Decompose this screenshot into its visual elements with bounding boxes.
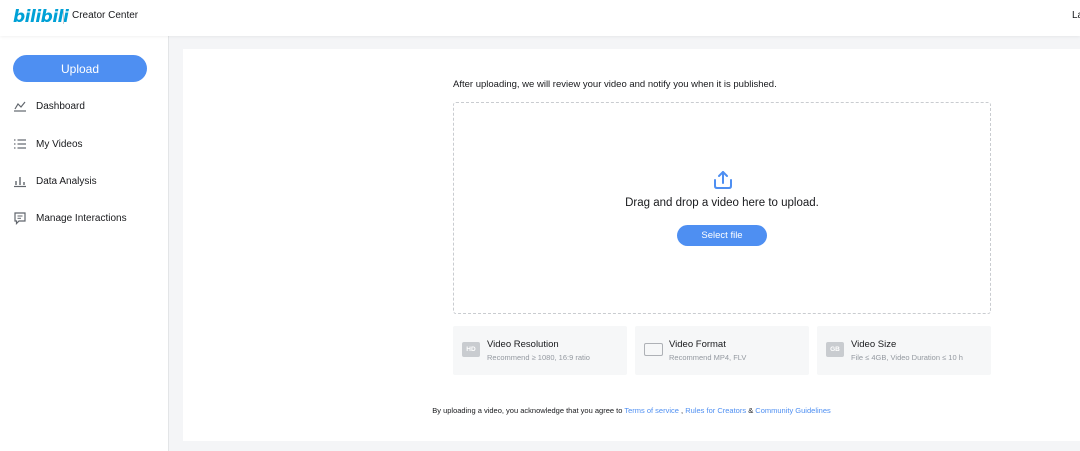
- upload-button[interactable]: Upload: [13, 55, 147, 82]
- agreement-prefix: By uploading a video, you acknowledge th…: [432, 406, 623, 415]
- rules-for-creators-link[interactable]: Rules for Creators: [685, 406, 746, 415]
- upload-panel: After uploading, we will review your vid…: [183, 49, 1080, 441]
- review-notice: After uploading, we will review your vid…: [453, 79, 777, 90]
- sidebar-item-label: Manage Interactions: [36, 212, 127, 224]
- creator-center-title: Creator Center: [72, 10, 139, 21]
- logo-divider: [63, 11, 64, 24]
- requirement-subtitle: File ≤ 4GB, Video Duration ≤ 10 h: [851, 353, 963, 362]
- sidebar: Upload Dashboard My Videos Data Analysis…: [0, 36, 169, 451]
- top-bar: bilibili Creator Center La: [0, 0, 1080, 36]
- requirement-title: Video Format: [669, 339, 726, 350]
- bilibili-logo[interactable]: bilibili: [13, 7, 69, 27]
- sidebar-item-data-analysis[interactable]: Data Analysis: [13, 171, 97, 191]
- agreement-text: By uploading a video, you acknowledge th…: [183, 406, 1080, 415]
- terms-of-service-link[interactable]: Terms of service: [624, 406, 679, 415]
- list-icon: [13, 137, 27, 151]
- community-guidelines-link[interactable]: Community Guidelines: [755, 406, 830, 415]
- requirement-card-resolution: HD Video Resolution Recommend ≥ 1080, 16…: [453, 326, 627, 375]
- requirement-title: Video Resolution: [487, 339, 559, 350]
- select-file-button[interactable]: Select file: [677, 225, 767, 246]
- requirement-card-format: Video Format Recommend MP4, FLV: [635, 326, 809, 375]
- requirement-subtitle: Recommend MP4, FLV: [669, 353, 747, 362]
- agreement-separator: ,: [681, 406, 684, 415]
- language-switch[interactable]: La: [1072, 10, 1080, 21]
- requirement-title: Video Size: [851, 339, 897, 350]
- sidebar-item-label: Data Analysis: [36, 175, 97, 187]
- sidebar-item-label: Dashboard: [36, 100, 85, 112]
- gb-icon: GB: [826, 342, 844, 357]
- upload-cloud-icon: [711, 169, 735, 191]
- requirement-subtitle: Recommend ≥ 1080, 16:9 ratio: [487, 353, 590, 362]
- sidebar-item-label: My Videos: [36, 138, 83, 150]
- hd-icon: HD: [462, 342, 480, 357]
- sidebar-item-dashboard[interactable]: Dashboard: [13, 96, 85, 116]
- line-chart-icon: [13, 99, 27, 113]
- upload-dropzone[interactable]: Drag and drop a video here to upload. Se…: [453, 102, 991, 314]
- agreement-ampersand: &: [748, 406, 754, 415]
- video-frame-icon: [644, 343, 663, 356]
- dropzone-text: Drag and drop a video here to upload.: [625, 197, 819, 209]
- comment-icon: [13, 211, 27, 225]
- bar-chart-icon: [13, 174, 27, 188]
- sidebar-item-my-videos[interactable]: My Videos: [13, 134, 83, 154]
- requirement-card-size: GB Video Size File ≤ 4GB, Video Duration…: [817, 326, 991, 375]
- sidebar-item-manage-interactions[interactable]: Manage Interactions: [13, 208, 127, 228]
